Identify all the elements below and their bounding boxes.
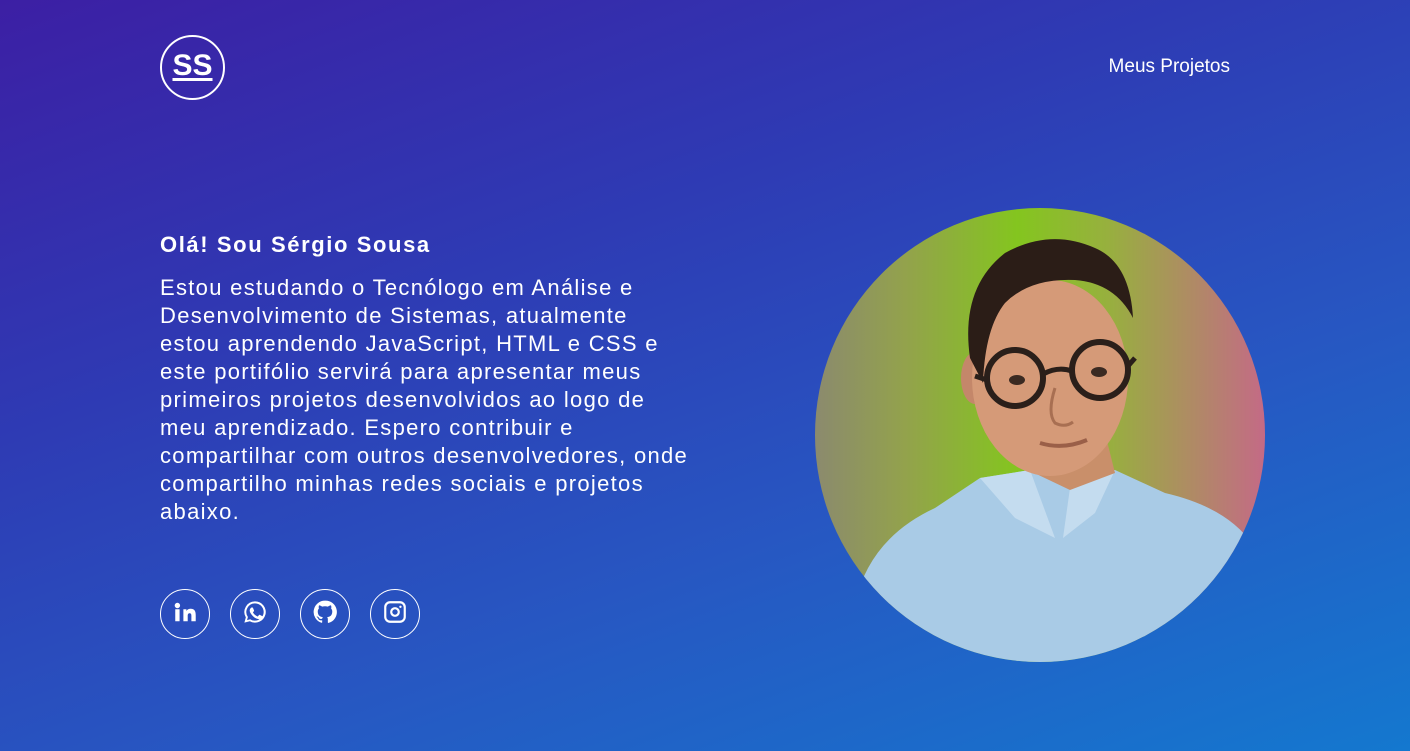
instagram-button[interactable] xyxy=(370,589,420,639)
whatsapp-button[interactable] xyxy=(230,589,280,639)
logo-text: SS xyxy=(172,48,213,82)
intro-text: Estou estudando o Tecnólogo em Análise e… xyxy=(160,275,689,524)
whatsapp-icon xyxy=(242,599,268,630)
logo[interactable]: SS xyxy=(160,35,225,100)
instagram-icon xyxy=(382,599,408,630)
linkedin-button[interactable] xyxy=(160,589,210,639)
github-button[interactable] xyxy=(300,589,350,639)
social-links xyxy=(160,589,420,639)
nav-link-projects[interactable]: Meus Projetos xyxy=(1109,56,1230,78)
profile-photo xyxy=(815,208,1265,662)
github-icon xyxy=(312,599,338,630)
intro-section: Olá! Sou Sérgio Sousa Estou estudando o … xyxy=(160,230,700,526)
linkedin-icon xyxy=(172,599,198,630)
intro-title: Olá! Sou Sérgio Sousa xyxy=(160,232,431,257)
profile-photo-illustration xyxy=(855,239,1265,662)
